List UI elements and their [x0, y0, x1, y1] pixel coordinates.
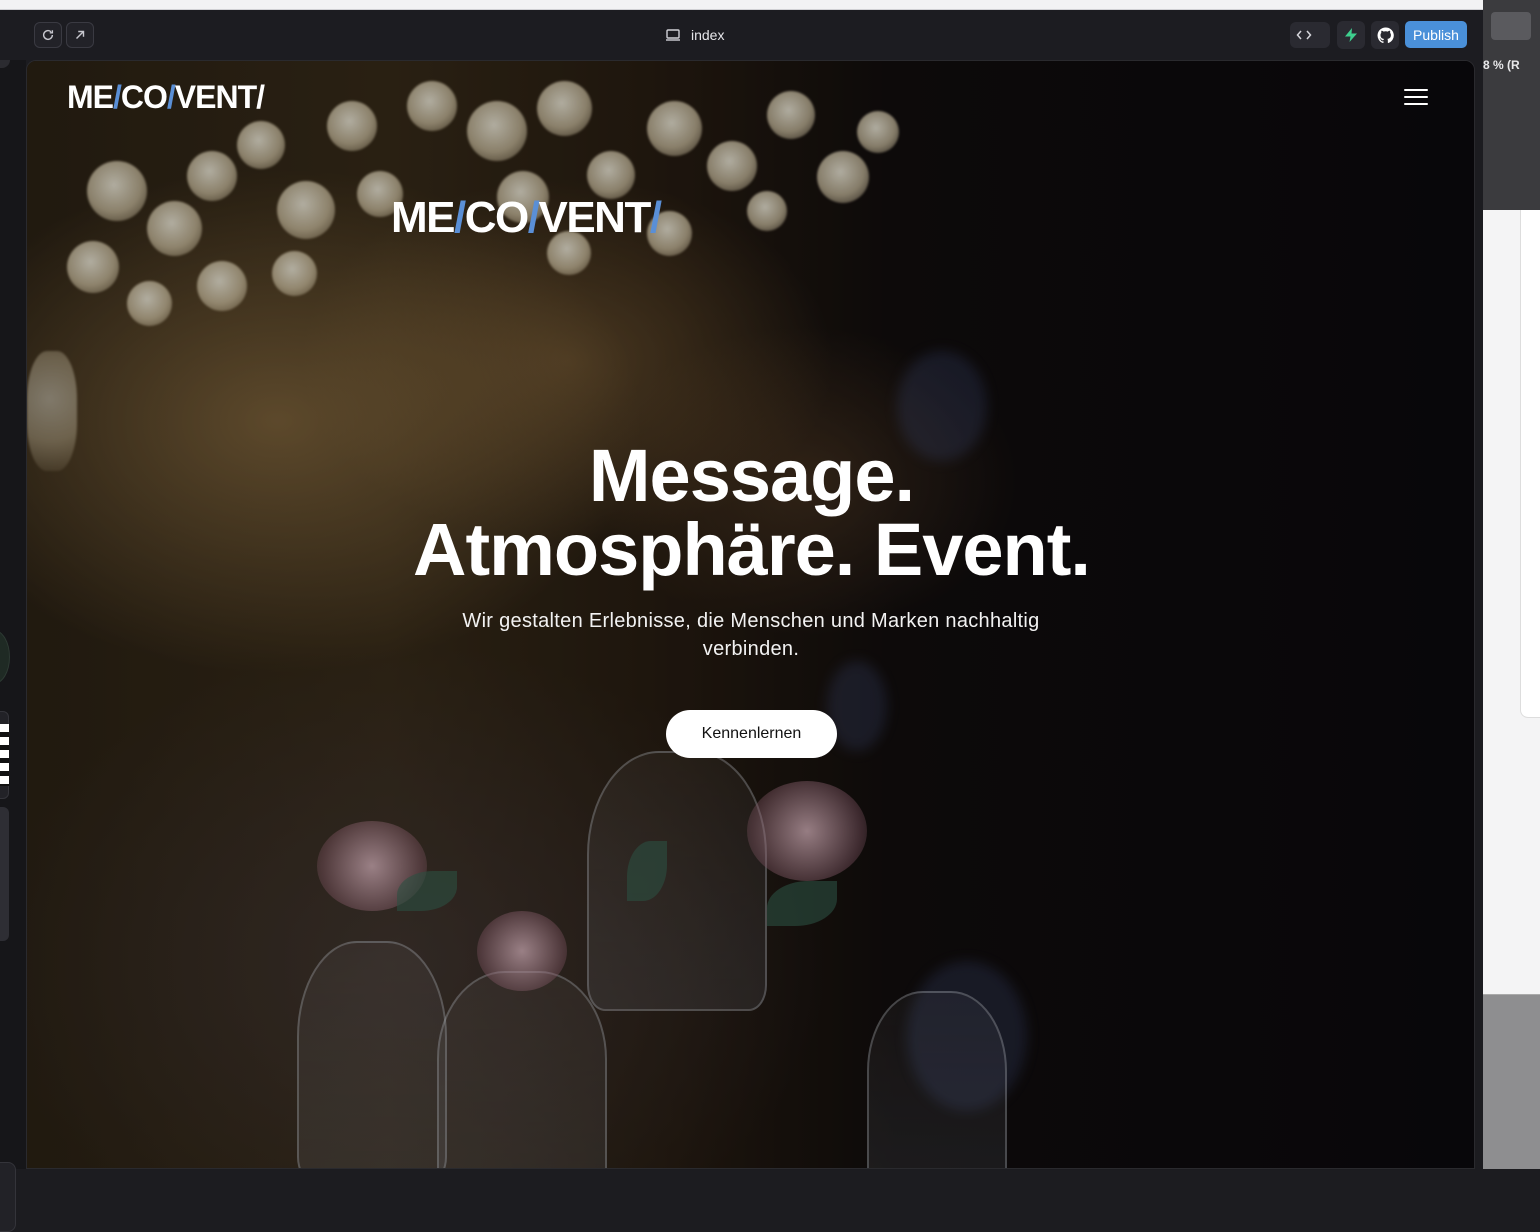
code-icon — [1296, 30, 1312, 40]
right-window-field — [1491, 12, 1531, 40]
publish-button[interactable]: Publish — [1405, 21, 1467, 48]
rail-top-tab — [0, 60, 10, 68]
rail-bottom-panel — [0, 1162, 16, 1232]
github-icon[interactable] — [1371, 21, 1399, 49]
headline-line-2: Atmosphäre. Event. — [413, 508, 1091, 591]
right-window-header: 8 % (R — [1483, 0, 1540, 210]
open-external-icon[interactable] — [66, 22, 94, 48]
rail-avatar[interactable] — [0, 630, 10, 684]
kennenlernen-button[interactable]: Kennenlernen — [666, 710, 837, 758]
right-window-body — [1483, 210, 1540, 995]
hero-subline: Wir gestalten Erlebnisse, die Menschen u… — [462, 610, 1040, 660]
supabase-icon[interactable] — [1337, 21, 1365, 49]
refresh-icon[interactable] — [34, 22, 62, 48]
site-preview: ME/CO/VENT/ ME/CO/VENT/ Message. Atmosph… — [26, 60, 1475, 1169]
right-background-window: 8 % (R — [1483, 0, 1540, 1169]
browser-top-strip — [0, 0, 1483, 10]
code-view-toggle[interactable] — [1290, 22, 1330, 48]
preview-toolbar: index Publish — [0, 10, 1483, 60]
zoom-readout: 8 % (R — [1483, 58, 1520, 72]
hero-logo: ME/CO/VENT/ — [391, 193, 662, 242]
rail-pattern-icon — [0, 724, 9, 786]
preview-tab[interactable]: index — [665, 24, 724, 46]
headline-line-1: Message. — [588, 434, 915, 517]
right-window-card — [1520, 210, 1540, 718]
left-sidebar-edge — [0, 60, 26, 1232]
rail-scroll-panel[interactable] — [0, 807, 9, 941]
hero-headline: Message. Atmosphäre. Event. — [27, 434, 1474, 591]
laptop-icon — [666, 29, 680, 41]
tab-title-label: index — [691, 27, 725, 43]
nav-logo[interactable]: ME/CO/VENT/ — [67, 79, 265, 116]
hamburger-menu-icon[interactable] — [1404, 85, 1428, 109]
